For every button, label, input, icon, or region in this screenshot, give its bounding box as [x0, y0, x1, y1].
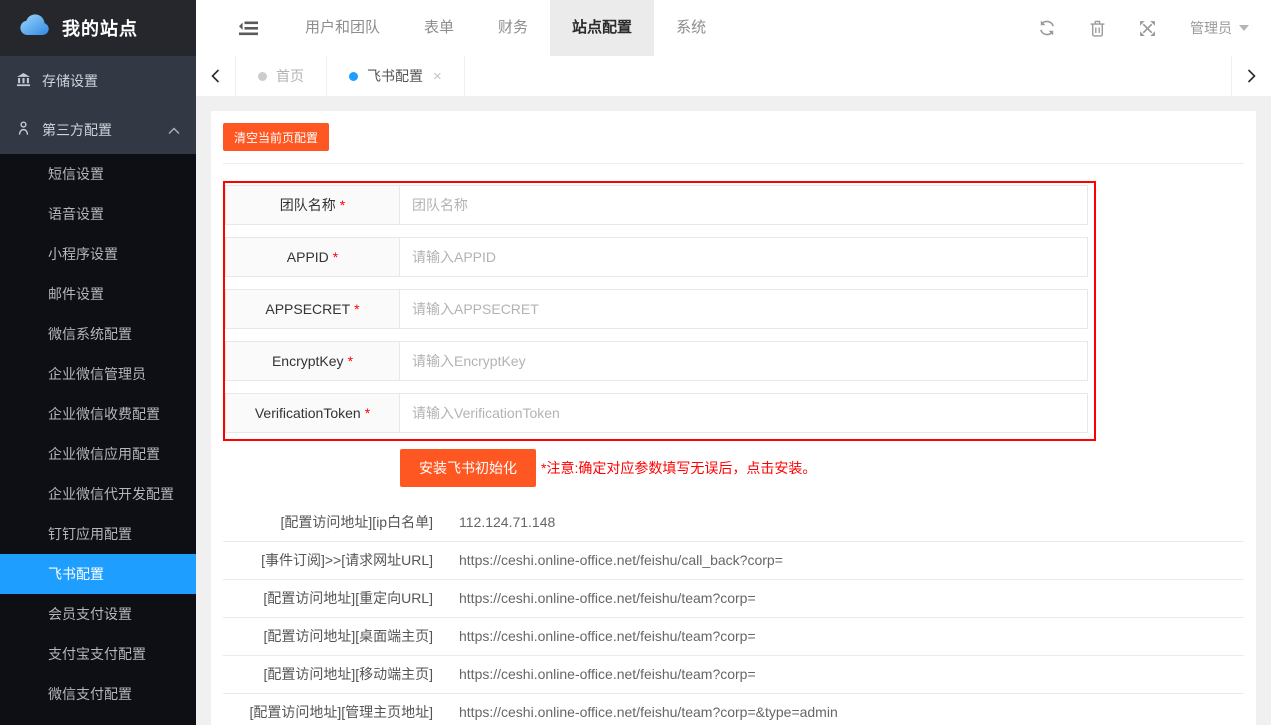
form-row: APPID *: [225, 237, 1088, 277]
form-field-input[interactable]: [399, 185, 1088, 225]
table-row: [事件订阅]>>[请求网址URL] https://ceshi.online-o…: [223, 541, 1244, 579]
navbar-tab[interactable]: 站点配置: [550, 0, 654, 56]
navbar-tabs: 用户和团队 表单 财务 站点配置 系统: [283, 0, 728, 56]
page-tab-label: 飞书配置: [367, 66, 423, 86]
navbar-tab[interactable]: 表单: [402, 0, 476, 56]
config-value-cell: https://ceshi.online-office.net/feishu/t…: [447, 579, 1244, 617]
sidebar-submenu-item[interactable]: 会员支付设置: [0, 594, 196, 634]
navbar-tab[interactable]: 系统: [654, 0, 728, 56]
chevron-up-icon: [168, 122, 180, 138]
bank-icon: [16, 72, 31, 90]
sidebar-submenu-item[interactable]: 企业微信收费配置: [0, 394, 196, 434]
required-asterisk: *: [333, 249, 338, 265]
sidebar: 我的站点 存储设置 第三方配置 短信设置 语音设置 小程序设置 邮件设置 微信系…: [0, 0, 196, 725]
sidebar-submenu-item[interactable]: 语音设置: [0, 194, 196, 234]
form-field-label: APPSECRET *: [225, 289, 400, 329]
config-label-cell: [配置访问地址][桌面端主页]: [223, 617, 447, 655]
sidebar-item-storage-settings[interactable]: 存储设置: [0, 56, 196, 105]
form-field-input[interactable]: [399, 341, 1088, 381]
form-field-input[interactable]: [399, 289, 1088, 329]
main-content: 清空当前页配置 团队名称 * APPID *: [196, 97, 1271, 725]
sidebar-item-label: 第三方配置: [42, 120, 112, 140]
config-value-cell: https://ceshi.online-office.net/feishu/t…: [447, 617, 1244, 655]
page-tabs: 首页 × 飞书配置 ×: [236, 56, 465, 96]
sidebar-submenu-item[interactable]: 飞书配置: [0, 554, 196, 594]
sidebar-submenu-item[interactable]: 企业微信代开发配置: [0, 474, 196, 514]
navbar-tab[interactable]: 用户和团队: [283, 0, 402, 56]
clear-page-config-button[interactable]: 清空当前页配置: [223, 123, 329, 151]
form-row: EncryptKey *: [225, 341, 1088, 381]
config-label-cell: [配置访问地址][重定向URL]: [223, 579, 447, 617]
tab-dot-icon: [349, 72, 358, 81]
config-address-table: [配置访问地址][ip白名单] 112.124.71.148 [事件订阅]>>[…: [223, 503, 1244, 725]
required-asterisk: *: [348, 353, 353, 369]
page-tab[interactable]: 首页 ×: [236, 56, 327, 96]
table-row: [配置访问地址][管理主页地址] https://ceshi.online-of…: [223, 693, 1244, 725]
install-feishu-button[interactable]: 安装飞书初始化: [400, 449, 536, 487]
install-row: 安装飞书初始化 *注意:确定对应参数填写无误后，点击安装。: [400, 449, 1244, 487]
form-field-input[interactable]: [399, 237, 1088, 277]
table-row: [配置访问地址][桌面端主页] https://ceshi.online-off…: [223, 617, 1244, 655]
sidebar-submenu: 短信设置 语音设置 小程序设置 邮件设置 微信系统配置 企业微信管理员 企业微信…: [0, 154, 196, 714]
sidebar-fold-icon[interactable]: [239, 21, 258, 36]
required-asterisk: *: [340, 197, 345, 213]
sidebar-submenu-item[interactable]: 小程序设置: [0, 234, 196, 274]
form-field-label: EncryptKey *: [225, 341, 400, 381]
config-label-cell: [配置访问地址][ip白名单]: [223, 503, 447, 541]
required-asterisk: *: [354, 301, 359, 317]
page-tab[interactable]: 飞书配置 ×: [327, 56, 465, 96]
site-logo[interactable]: 我的站点: [0, 0, 196, 56]
site-title: 我的站点: [62, 15, 138, 41]
config-value-cell: https://ceshi.online-office.net/feishu/c…: [447, 541, 1244, 579]
config-label-cell: [事件订阅]>>[请求网址URL]: [223, 541, 447, 579]
required-asterisk: *: [365, 405, 370, 421]
form-row: APPSECRET *: [225, 289, 1088, 329]
config-label-cell: [配置访问地址][管理主页地址]: [223, 693, 447, 725]
cloud-logo-icon: [16, 12, 52, 44]
tab-dot-icon: [258, 72, 267, 81]
config-value-cell: https://ceshi.online-office.net/feishu/t…: [447, 655, 1244, 693]
user-menu[interactable]: 管理员: [1190, 18, 1249, 38]
sidebar-submenu-item[interactable]: 短信设置: [0, 154, 196, 194]
form-field-label: APPID *: [225, 237, 400, 277]
sidebar-item-label: 存储设置: [42, 71, 98, 91]
tab-close-icon[interactable]: ×: [433, 69, 442, 84]
sidebar-submenu-item[interactable]: 微信支付配置: [0, 674, 196, 714]
navbar-tab[interactable]: 财务: [476, 0, 550, 56]
tabs-scroll-right-button[interactable]: [1231, 56, 1271, 96]
sidebar-item-third-party-config[interactable]: 第三方配置: [0, 105, 196, 154]
tabs-scroll-left-button[interactable]: [196, 56, 236, 96]
sidebar-submenu-item[interactable]: 微信系统配置: [0, 314, 196, 354]
sidebar-submenu-item[interactable]: 企业微信管理员: [0, 354, 196, 394]
sidebar-submenu-item[interactable]: 邮件设置: [0, 274, 196, 314]
sidebar-submenu-item[interactable]: 支付宝支付配置: [0, 634, 196, 674]
refresh-icon[interactable]: [1038, 19, 1056, 37]
username: 管理员: [1190, 18, 1232, 38]
fullscreen-icon[interactable]: [1139, 20, 1156, 37]
form-field-input[interactable]: [399, 393, 1088, 433]
table-row: [配置访问地址][移动端主页] https://ceshi.online-off…: [223, 655, 1244, 693]
form-field-label: VerificationToken *: [225, 393, 400, 433]
feishu-config-card: 清空当前页配置 团队名称 * APPID *: [211, 111, 1256, 725]
top-navbar: 用户和团队 表单 财务 站点配置 系统 管理员: [196, 0, 1271, 56]
config-value-cell: 112.124.71.148: [447, 503, 1244, 541]
table-row: [配置访问地址][ip白名单] 112.124.71.148: [223, 503, 1244, 541]
sidebar-submenu-item[interactable]: 钉钉应用配置: [0, 514, 196, 554]
divider: [223, 163, 1244, 164]
sidebar-submenu-item[interactable]: 企业微信应用配置: [0, 434, 196, 474]
user-icon: [16, 121, 31, 139]
form-row: 团队名称 *: [225, 185, 1088, 225]
page-tabbar: 首页 × 飞书配置 ×: [196, 56, 1271, 97]
form-row: VerificationToken *: [225, 393, 1088, 433]
table-row: [配置访问地址][重定向URL] https://ceshi.online-of…: [223, 579, 1244, 617]
feishu-config-form: 团队名称 * APPID * APPSECRET: [223, 181, 1096, 441]
form-field-label: 团队名称 *: [225, 185, 400, 225]
trash-icon[interactable]: [1090, 20, 1105, 37]
navbar-right: 管理员: [1038, 18, 1271, 38]
caret-down-icon: [1239, 25, 1249, 31]
config-value-cell: https://ceshi.online-office.net/feishu/t…: [447, 693, 1244, 725]
install-note: *注意:确定对应参数填写无误后，点击安装。: [541, 458, 816, 478]
config-label-cell: [配置访问地址][移动端主页]: [223, 655, 447, 693]
page-tab-label: 首页: [276, 66, 304, 86]
